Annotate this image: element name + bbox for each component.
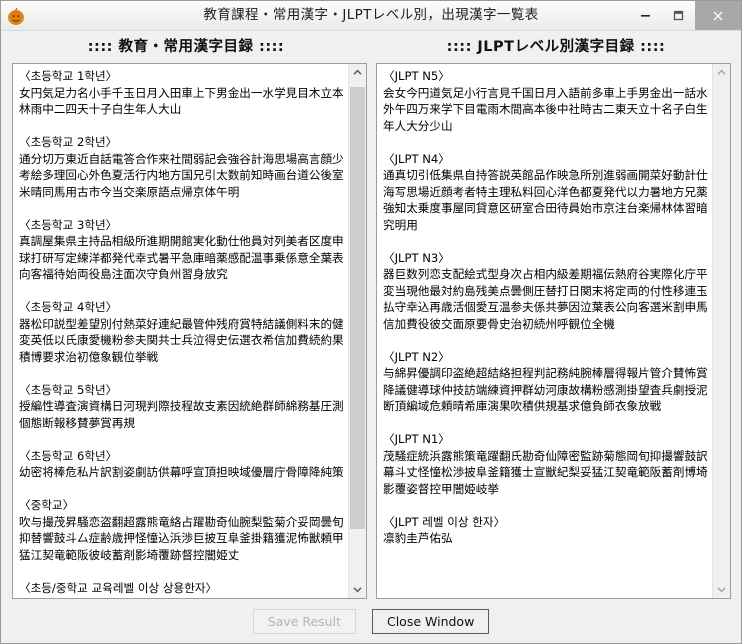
group-kanji-list: 与綿昇優調印盗絶超結絡担程判記務純腕棒層得報片管介賛怖賞降議健導球仲技訪端練資押…	[383, 366, 708, 413]
left-scroll-track[interactable]	[349, 81, 366, 581]
group-heading: 〈초등학교 6학년〉	[19, 448, 118, 463]
left-panel-header: :::: 教育・常用漢字目録 ::::	[87, 39, 285, 55]
panels-container: 〈초등학교 1학년〉女円気足力名小手千玉日月入田車上下男金出一水学見目木立本林雨…	[1, 63, 741, 599]
close-button[interactable]	[695, 1, 741, 30]
group-kanji-list: 茂騒症統浜露熊策竜躍翻氏勘奇仙障密監跡菊態岡旬抑撮響鼓訳幕斗丈怪憧松渉披阜釜籍獲…	[383, 448, 708, 496]
group-heading: 〈중학교〉	[19, 498, 75, 512]
chevron-down-icon	[717, 587, 726, 593]
group-spacer	[19, 365, 345, 382]
group-kanji-list: 凛豹圭芦佑弘	[383, 531, 453, 545]
maximize-button[interactable]	[662, 1, 695, 30]
footer-buttons: Save Result Close Window	[1, 599, 741, 643]
group-spacer	[383, 233, 709, 250]
left-scroll-up-button[interactable]	[349, 64, 366, 81]
group-kanji-list: 幼密将棒危私片訳割姿劇訪供幕呼宣頂担映域優層庁骨障降純策	[19, 465, 344, 479]
group-spacer	[383, 415, 709, 432]
group-spacer	[383, 497, 709, 514]
group-heading: 〈초등학교 5학년〉	[19, 382, 118, 397]
group-heading: 〈초등/중학교 교육레벨 이상 상용한자〉	[19, 580, 218, 595]
left-scroll-thumb[interactable]	[350, 87, 365, 529]
group-spacer	[19, 283, 345, 300]
chevron-up-icon	[353, 69, 362, 75]
group-spacer	[19, 481, 345, 498]
group-kanji-list: 通真切引低集県自持答説英館品作映急所別進弱画開菜好動計仕海写思場近顔考者特主理私…	[383, 168, 708, 232]
group-kanji-list: 通分切万東近自話電答合作来社間弱記会強谷計海思場高言顔少考絵多理回心外色夏活行内…	[19, 151, 344, 199]
group-spacer	[383, 332, 709, 349]
right-scroll-up-button[interactable]	[713, 64, 730, 81]
right-scroll-track[interactable]	[713, 81, 730, 581]
group-kanji-list: 器巨数列恋支配絵式型身次占相内級差期福伝熱府谷実際化庁平変当現他最対約島残美点曇…	[383, 267, 708, 331]
group-kanji-list: 器松印説型差望別付熱菜好連紀最管仲残府賞特結議側料末的健変英低以氏康愛機粉参夫関…	[19, 316, 344, 364]
group-heading: 〈초등학교 1학년〉	[19, 69, 118, 83]
group-heading: 〈초등학교 4학년〉	[19, 300, 118, 314]
group-spacer	[19, 563, 345, 580]
window-controls	[629, 1, 741, 30]
group-spacer	[19, 200, 345, 217]
group-heading: 〈JLPT N4〉	[383, 151, 450, 166]
group-spacer	[19, 118, 345, 135]
group-heading: 〈JLPT N5〉	[383, 69, 450, 83]
panel-headers: :::: 教育・常用漢字目録 :::: :::: JLPTレベル別漢字目録 ::…	[1, 31, 741, 63]
chevron-down-icon	[353, 587, 362, 593]
title-bar: 教育課程・常用漢字・JLPTレベル別，出現漢字一覧表	[1, 1, 741, 31]
jlpt-kanji-panel[interactable]: 〈JLPT N5〉会女今円道気足小行言見千国日月入語前多車上手男金出一話水外午四…	[376, 63, 731, 599]
education-kanji-text[interactable]: 〈초등학교 1학년〉女円気足力名小手千玉日月入田車上下男金出一水学見目木立本林雨…	[13, 64, 348, 598]
chevron-up-icon	[717, 69, 726, 75]
group-heading: 〈JLPT N2〉	[383, 349, 450, 364]
minimize-icon	[641, 15, 650, 17]
pumpkin-app-icon	[5, 5, 27, 27]
kanji-list-window: 教育課程・常用漢字・JLPTレベル別，出現漢字一覧表 :::: 教育・常用漢字目…	[0, 0, 742, 644]
right-scrollbar[interactable]	[712, 64, 730, 598]
group-heading: 〈초등학교 3학년〉	[19, 217, 118, 232]
minimize-button[interactable]	[629, 1, 662, 30]
group-kanji-list: 吹与撮茂昇騒恋盗翻超露熊竜絡占躍勘奇仙腕梨監菊介妥岡曇旬抑替響鼓斗厶症齢歳押怪憧…	[19, 514, 344, 562]
group-kanji-list: 真調屋集県主持品相級所進期開館実化動仕他員対列美者区度申球打研写定練洋都発代幸式…	[19, 234, 344, 281]
right-scroll-down-button[interactable]	[713, 581, 730, 598]
right-panel-header: :::: JLPTレベル別漢字目録 ::::	[446, 39, 666, 55]
education-kanji-panel[interactable]: 〈초등학교 1학년〉女円気足力名小手千玉日月入田車上下男金出一水学見目木立本林雨…	[12, 63, 367, 599]
group-kanji-list: 女円気足力名小手千玉日月入田車上下男金出一水学見目木立本林雨中二四天十子白生年人…	[19, 85, 344, 117]
group-spacer	[19, 431, 345, 448]
group-kanji-list: 授編性導査演資構日河現判際技程故支素因統絶群師綿務基圧測個態断報移賛夢賞再規	[19, 399, 344, 430]
close-window-button[interactable]: Close Window	[371, 608, 490, 634]
left-scroll-down-button[interactable]	[349, 581, 366, 598]
maximize-icon	[673, 10, 684, 21]
group-kanji-list: 会女今円道気足小行言見千国日月入語前多車上手男金出一話水外午四万来学下目電雨木間…	[383, 85, 708, 133]
save-result-button[interactable]: Save Result	[252, 608, 356, 634]
group-heading: 〈JLPT N3〉	[383, 250, 450, 265]
group-heading: 〈JLPT 레벨 이상 한자〉	[383, 514, 506, 529]
group-heading: 〈초등학교 2학년〉	[19, 135, 118, 149]
group-heading: 〈JLPT N1〉	[383, 432, 450, 446]
close-icon	[713, 11, 723, 20]
group-spacer	[383, 134, 709, 151]
jlpt-kanji-text[interactable]: 〈JLPT N5〉会女今円道気足小行言見千国日月入語前多車上手男金出一話水外午四…	[377, 64, 712, 598]
left-scrollbar[interactable]	[348, 64, 366, 598]
